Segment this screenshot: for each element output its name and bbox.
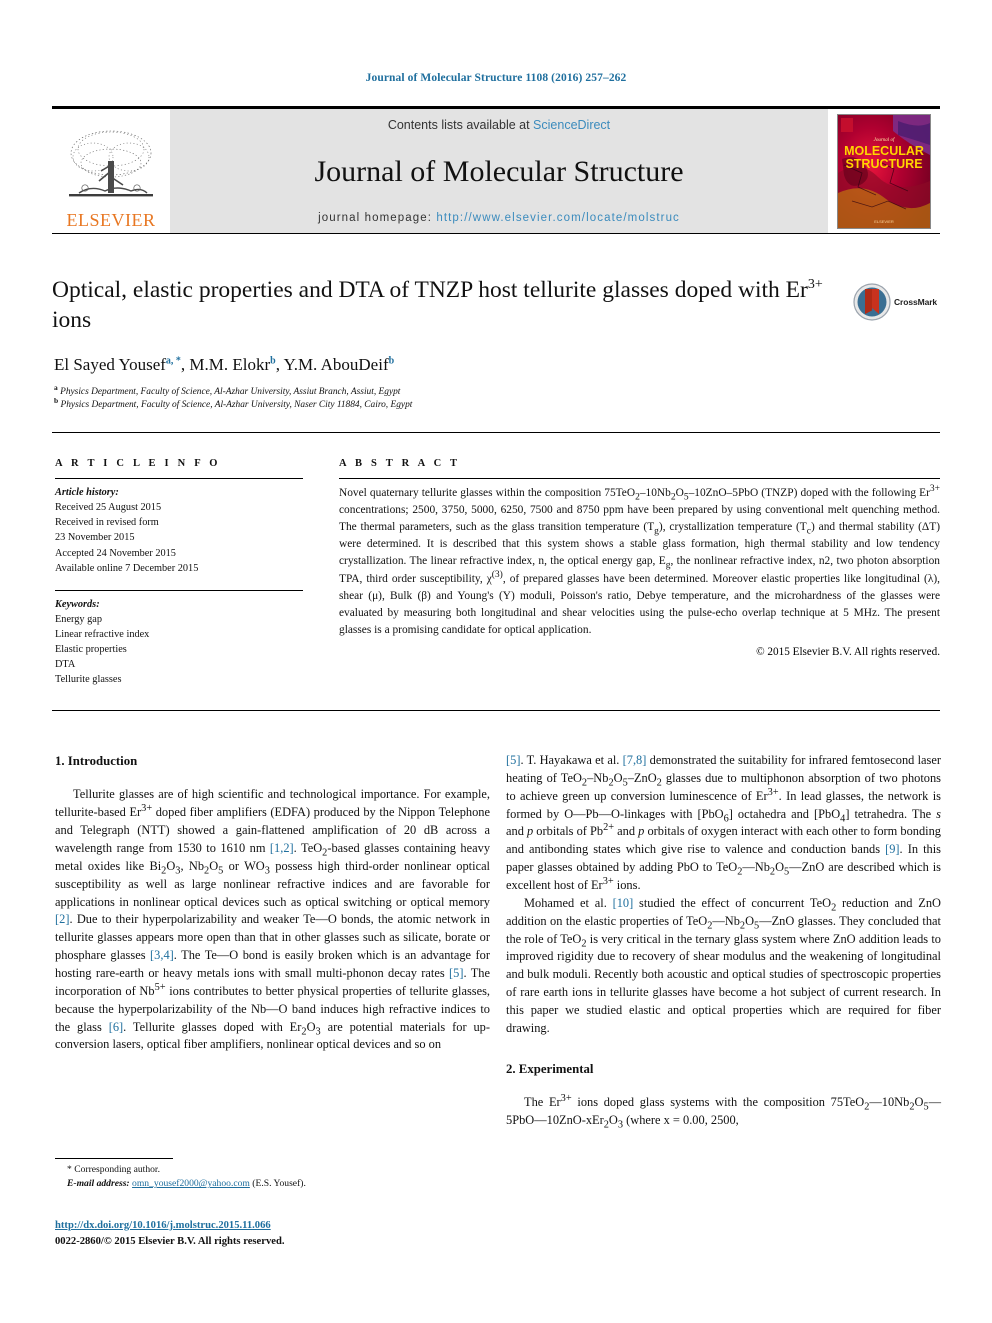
divider (55, 589, 303, 591)
author-affiliation-mark[interactable]: b (389, 355, 395, 366)
journal-band: Contents lists available at ScienceDirec… (170, 109, 828, 233)
abstract-panel: A B S T R A C T Novel quaternary telluri… (339, 458, 940, 658)
body-paragraph: Mohamed et al. [10] studied the effect o… (506, 895, 941, 1035)
elsevier-logo: ELSEVIER (52, 109, 170, 233)
article-title-line2-post: ions (52, 306, 92, 333)
body-column-right: [5]. T. Hayakawa et al. [7,8] demonstrat… (506, 752, 941, 1130)
keyword-item: DTA (55, 659, 76, 671)
divider-under-authors (52, 432, 940, 433)
body-paragraph: Tellurite glasses are of high scientific… (55, 787, 491, 1052)
affiliation-mark: b (54, 396, 59, 406)
journal-homepage-link[interactable]: http://www.elsevier.com/locate/molstruc (436, 212, 680, 224)
journal-cover-image: Journal of MOLECULAR STRUCTURE ELSEVIER (837, 113, 931, 229)
section-heading-experimental: 2. Experimental (506, 1061, 594, 1076)
corresponding-author-footnote: * Corresponding author. E-mail address: … (55, 1158, 475, 1192)
journal-masthead: ELSEVIER Contents lists available at Sci… (52, 106, 940, 234)
keyword-item: Linear refractive index (55, 629, 150, 640)
crossmark-label: CrossMark (894, 297, 938, 307)
abstract-copyright: © 2015 Elsevier B.V. All rights reserved… (756, 645, 940, 658)
history-item: 23 November 2015 (55, 532, 135, 544)
contents-prefix: Contents lists available at (387, 118, 534, 132)
author-affiliation-mark[interactable]: a, * (166, 355, 181, 366)
issn-copyright-line: 0022-2860/© 2015 Elsevier B.V. All right… (55, 1235, 285, 1247)
svg-text:Journal of: Journal of (874, 138, 895, 143)
homepage-prefix: journal homepage: (318, 212, 437, 224)
citation-link[interactable]: [9] (885, 842, 899, 856)
author-name: El Sayed Yousef (54, 355, 166, 374)
history-item: Received 25 August 2015 (55, 502, 162, 514)
keyword-item: Tellurite glasses (55, 674, 122, 686)
divider (55, 478, 303, 479)
doi-block: http://dx.doi.org/10.1016/j.molstruc.201… (55, 1218, 485, 1250)
article-history-block: Article history: Received 25 August 2015… (55, 485, 303, 576)
article-title-superscript: 3+ (807, 277, 823, 293)
citation-link[interactable]: [6] (109, 1020, 123, 1034)
journal-cover-thumbnail[interactable]: Journal of MOLECULAR STRUCTURE ELSEVIER (828, 109, 940, 233)
article-title-line1: Optical, elastic properties and DTA of T… (52, 277, 733, 303)
history-item: Received in revised form (55, 517, 159, 529)
citation-link[interactable]: [5] (449, 966, 463, 980)
cover-artwork: Journal of MOLECULAR STRUCTURE ELSEVIER (838, 114, 930, 228)
keyword-item: Energy gap (55, 613, 102, 625)
doi-link[interactable]: http://dx.doi.org/10.1016/j.molstruc.201… (55, 1220, 271, 1231)
page-title: Optical, elastic properties and DTA of T… (52, 276, 842, 335)
article-history-label: Article history: (55, 487, 119, 498)
abstract-heading: A B S T R A C T (339, 458, 461, 469)
sciencedirect-link[interactable]: ScienceDirect (533, 118, 610, 132)
divider-under-abstract (52, 710, 940, 711)
author-affiliation-mark[interactable]: b (270, 355, 276, 366)
email-label: E-mail address: (67, 1178, 130, 1190)
citation-link[interactable]: [1,2] (270, 841, 294, 855)
author-email-link[interactable]: omn_yousef2000@yahoo.com (132, 1178, 250, 1189)
body-paragraph: The Er3+ ions doped glass systems with t… (506, 1093, 941, 1131)
elsevier-tree-icon (69, 130, 153, 197)
author-list: El Sayed Yousefa, *, M.M. Elokrb, Y.M. A… (54, 355, 395, 374)
keywords-label: Keywords: (55, 598, 100, 610)
author-name: M.M. Elokr (189, 355, 271, 374)
affiliation-item: b Physics Department, Faculty of Science… (54, 396, 413, 412)
affiliation-mark: a (54, 382, 58, 392)
citation-link[interactable]: [7,8] (623, 753, 647, 767)
author-name: Y.M. AbouDeif (283, 355, 389, 374)
journal-homepage-line: journal homepage: http://www.elsevier.co… (318, 212, 680, 224)
article-info-heading: A R T I C L E I N F O (55, 458, 221, 469)
svg-text:ELSEVIER: ELSEVIER (874, 219, 894, 224)
divider (339, 478, 940, 479)
svg-text:STRUCTURE: STRUCTURE (845, 157, 922, 171)
keyword-item: Elastic properties (55, 644, 127, 656)
affiliation-text: Physics Department, Faculty of Science, … (60, 387, 401, 397)
crossmark-badge[interactable]: CrossMark (853, 279, 948, 325)
svg-text:MOLECULAR: MOLECULAR (844, 144, 924, 158)
crossmark-icon (853, 283, 891, 321)
citation-link[interactable]: [3,4] (150, 948, 174, 962)
affiliation-text: Physics Department, Faculty of Science, … (60, 400, 413, 411)
abstract-text: Novel quaternary tellurite glasses withi… (339, 484, 941, 636)
affiliation-item: a Physics Department, Faculty of Science… (54, 382, 412, 399)
affiliation-list: a Physics Department, Faculty of Science… (54, 382, 413, 413)
article-title-line2-pre: with Er (738, 277, 808, 303)
article-title-block: Optical, elastic properties and DTA of T… (52, 276, 842, 335)
citation-link[interactable]: [10] (613, 896, 634, 910)
citation-link[interactable]: [2] (55, 912, 69, 926)
contents-lists-line: Contents lists available at ScienceDirec… (388, 118, 610, 132)
section-heading-introduction: 1. Introduction (55, 754, 138, 768)
journal-article-page: Journal of Molecular Structure 1108 (201… (0, 0, 992, 1323)
journal-title: Journal of Molecular Structure (314, 155, 684, 188)
corresponding-author-note: * Corresponding author. (67, 1164, 160, 1175)
history-item: Accepted 24 November 2015 (55, 547, 176, 559)
body-paragraph: [5]. T. Hayakawa et al. [7,8] demonstrat… (506, 753, 942, 893)
body-column-left: 1. Introduction Tellurite glasses are of… (55, 752, 490, 1054)
email-owner: (E.S. Yousef). (252, 1178, 306, 1190)
running-head: Journal of Molecular Structure 1108 (201… (365, 72, 627, 84)
elsevier-wordmark: ELSEVIER (66, 210, 156, 230)
footnote-divider (55, 1158, 173, 1159)
email-note: E-mail address: omn_yousef2000@yahoo.com… (55, 1177, 475, 1191)
citation-link[interactable]: [5] (506, 753, 520, 767)
history-item: Available online 7 December 2015 (55, 562, 199, 574)
keywords-block: Keywords: Energy gap Linear refractive i… (55, 597, 303, 688)
article-info-panel: A R T I C L E I N F O Article history: R… (55, 458, 303, 688)
